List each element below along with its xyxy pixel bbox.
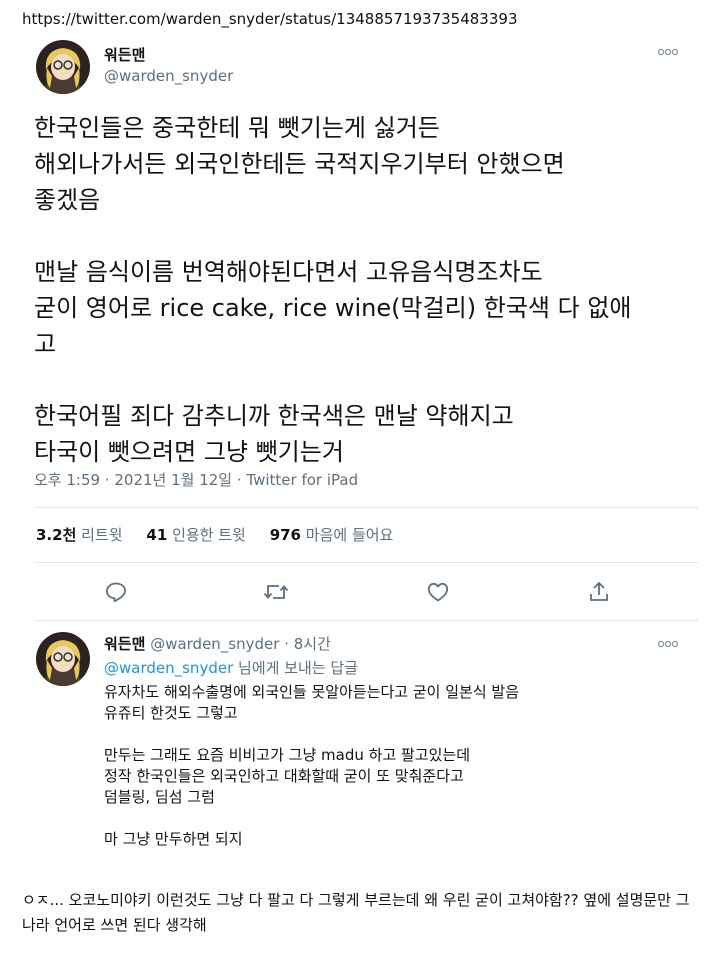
tweet-timestamp[interactable]: 오후 1:59 · 2021년 1월 12일 · Twitter for iPa… xyxy=(34,469,358,490)
tweet-display-name[interactable]: 워든맨 xyxy=(104,44,145,65)
tweet-text: 한국인들은 중국한테 뭐 뺏기는게 싫거든 해외나가서든 외국인한테든 국적지우… xyxy=(34,110,684,470)
tweet-paragraph: 한국인들은 중국한테 뭐 뺏기는게 싫거든 해외나가서든 외국인한테든 국적지우… xyxy=(34,114,565,214)
divider xyxy=(34,507,698,508)
quotes-count: 41 xyxy=(146,526,168,544)
more-dots-icon[interactable] xyxy=(652,36,684,68)
reply-paragraph: 만두는 그래도 요즘 비비고가 그냥 madu 하고 팔고있는데 정작 한국인들… xyxy=(104,746,471,806)
retweets-count: 3.2천 xyxy=(36,526,77,544)
reply-icon[interactable] xyxy=(100,576,132,608)
tweet-stats: 3.2천 리트윗 41 인용한 트윗 976 마음에 들어요 xyxy=(36,524,393,545)
heart-icon[interactable] xyxy=(422,576,454,608)
retweet-icon[interactable] xyxy=(260,576,292,608)
quotes-stat[interactable]: 41 인용한 트윗 xyxy=(146,526,245,544)
quotes-label: 인용한 트윗 xyxy=(172,526,246,544)
reply-display-name[interactable]: 워든맨 xyxy=(104,635,145,653)
retweet-glyph xyxy=(263,585,289,599)
likes-stat[interactable]: 976 마음에 들어요 xyxy=(270,526,394,544)
tweet-paragraph: 맨날 음식이름 번역해야된다면서 고유음식명조차도 굳이 영어로 rice ca… xyxy=(34,258,632,358)
avatar-image xyxy=(36,632,90,686)
heart-glyph xyxy=(427,582,449,602)
divider xyxy=(34,620,698,621)
reply-to-handle[interactable]: @warden_snyder xyxy=(104,659,233,677)
avatar[interactable] xyxy=(36,40,90,94)
avatar-image xyxy=(36,40,90,94)
reply-more-dots-icon[interactable] xyxy=(652,628,684,660)
reply-to-suffix: 님에게 보내는 답글 xyxy=(233,659,358,677)
reply-handle-time[interactable]: @warden_snyder · 8시간 xyxy=(150,635,331,653)
reply-avatar[interactable] xyxy=(36,632,90,686)
more-dots-glyph xyxy=(657,640,679,648)
divider xyxy=(34,562,698,563)
likes-count: 976 xyxy=(269,526,301,544)
tweet-paragraph: 한국어필 죄다 감추니까 한국색은 맨날 약해지고 타국이 뺏으려면 그냥 뺏기… xyxy=(34,402,514,466)
tweet-url[interactable]: https://twitter.com/warden_snyder/status… xyxy=(22,10,517,28)
reply-to-line: @warden_snyder 님에게 보내는 답글 xyxy=(104,657,358,678)
reply-text: 유자차도 해외수출명에 외국인들 못알아듣는다고 굳이 일본식 발음 유쥬티 한… xyxy=(104,682,694,850)
share-glyph xyxy=(590,581,608,601)
reply-glyph xyxy=(106,582,126,603)
more-dots-glyph xyxy=(657,48,679,56)
reply-paragraph: 마 그냥 만두하면 되지 xyxy=(104,830,243,848)
reply-header: 워든맨 @warden_snyder · 8시간 xyxy=(104,633,331,654)
user-comment: ㅇㅈ... 오코노미야키 이런것도 그냥 다 팔고 다 그렇게 부르는데 왜 우… xyxy=(22,891,690,934)
tweet-handle[interactable]: @warden_snyder xyxy=(104,67,233,85)
retweets-label: 리트윗 xyxy=(81,526,123,544)
share-icon[interactable] xyxy=(583,576,615,608)
reply-paragraph: 유자차도 해외수출명에 외국인들 못알아듣는다고 굳이 일본식 발음 유쥬티 한… xyxy=(104,683,520,722)
likes-label: 마음에 들어요 xyxy=(305,526,394,544)
retweets-stat[interactable]: 3.2천 리트윗 xyxy=(36,526,123,544)
